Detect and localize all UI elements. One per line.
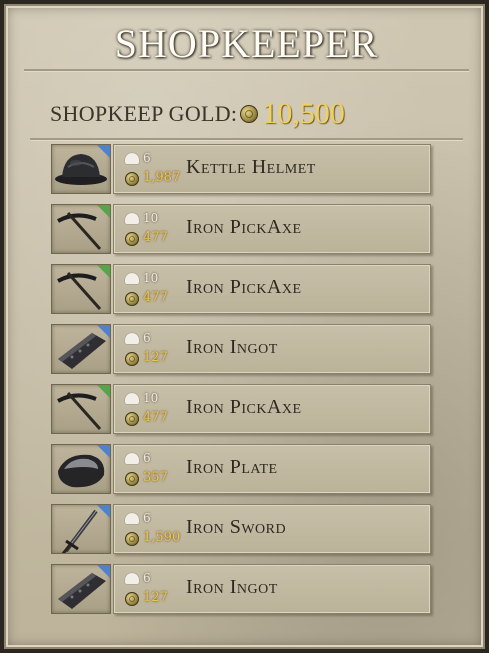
item-name: Iron Ingot bbox=[186, 336, 278, 358]
item-weight: 10 bbox=[143, 391, 159, 405]
item-weight: 6 bbox=[143, 451, 151, 465]
price-coin-icon bbox=[125, 592, 139, 606]
shopkeep-gold: SHOPKEEP GOLD: 10,500 bbox=[50, 94, 345, 134]
item-tag-marker bbox=[97, 385, 110, 398]
item-weight: 6 bbox=[143, 151, 151, 165]
item-price: 1,590 bbox=[143, 530, 181, 545]
shop-item-row[interactable]: 6 1,590 Iron Sword bbox=[51, 504, 431, 556]
item-weight: 10 bbox=[143, 211, 159, 225]
shop-panel: SHOPKEEPER SHOPKEEP GOLD: 10,500 6 1,987… bbox=[4, 4, 485, 649]
item-tag-marker bbox=[97, 205, 110, 218]
shop-item-row[interactable]: 6 127 Iron Ingot bbox=[51, 324, 431, 376]
weight-icon bbox=[125, 573, 139, 584]
price-coin-icon bbox=[125, 172, 139, 186]
item-tag-marker bbox=[97, 445, 110, 458]
item-name: Iron PickAxe bbox=[186, 276, 302, 298]
gold-divider bbox=[30, 138, 463, 140]
shop-title: SHOPKEEPER bbox=[114, 21, 379, 66]
shop-item-row[interactable]: 10 477 Iron PickAxe bbox=[51, 384, 431, 436]
shop-item-row[interactable]: 10 477 Iron PickAxe bbox=[51, 264, 431, 316]
item-icon-slot bbox=[51, 204, 111, 254]
gold-label: SHOPKEEP GOLD: bbox=[50, 101, 238, 126]
item-price: 357 bbox=[143, 470, 168, 485]
item-icon-slot bbox=[51, 444, 111, 494]
item-tag-marker bbox=[97, 565, 110, 578]
item-weight: 6 bbox=[143, 511, 151, 525]
shop-item-row[interactable]: 6 127 Iron Ingot bbox=[51, 564, 431, 616]
item-info: 10 477 Iron PickAxe bbox=[113, 204, 431, 254]
item-price: 127 bbox=[143, 350, 168, 365]
item-weight: 10 bbox=[143, 271, 159, 285]
shop-item-row[interactable]: 6 1,987 Kettle Helmet bbox=[51, 144, 431, 196]
item-tag-marker bbox=[97, 325, 110, 338]
price-coin-icon bbox=[125, 352, 139, 366]
item-price: 477 bbox=[143, 410, 168, 425]
item-info: 6 1,590 Iron Sword bbox=[113, 504, 431, 554]
weight-icon bbox=[125, 273, 139, 284]
item-info: 10 477 Iron PickAxe bbox=[113, 384, 431, 434]
item-icon-slot bbox=[51, 144, 111, 194]
item-info: 6 357 Iron Plate bbox=[113, 444, 431, 494]
item-tag-marker bbox=[97, 505, 110, 518]
item-info: 6 127 Iron Ingot bbox=[113, 324, 431, 374]
weight-icon bbox=[125, 153, 139, 164]
item-name: Iron PickAxe bbox=[186, 216, 302, 238]
item-icon-slot bbox=[51, 564, 111, 614]
item-name: Iron Plate bbox=[186, 456, 278, 478]
item-tag-marker bbox=[97, 145, 110, 158]
gold-value: 10,500 bbox=[262, 97, 345, 130]
shop-item-row[interactable]: 6 357 Iron Plate bbox=[51, 444, 431, 496]
item-icon-slot bbox=[51, 384, 111, 434]
price-coin-icon bbox=[125, 532, 139, 546]
item-price: 477 bbox=[143, 290, 168, 305]
price-coin-icon bbox=[125, 412, 139, 426]
price-coin-icon bbox=[125, 232, 139, 246]
item-name: Kettle Helmet bbox=[186, 156, 316, 178]
item-icon-slot bbox=[51, 324, 111, 374]
weight-icon bbox=[125, 453, 139, 464]
item-price: 127 bbox=[143, 590, 168, 605]
price-coin-icon bbox=[125, 472, 139, 486]
item-weight: 6 bbox=[143, 331, 151, 345]
weight-icon bbox=[125, 213, 139, 224]
item-price: 1,987 bbox=[143, 170, 181, 185]
item-name: Iron Sword bbox=[186, 516, 287, 538]
weight-icon bbox=[125, 513, 139, 524]
item-name: Iron PickAxe bbox=[186, 396, 302, 418]
item-icon-slot bbox=[51, 504, 111, 554]
item-tag-marker bbox=[97, 265, 110, 278]
weight-icon bbox=[125, 393, 139, 404]
item-weight: 6 bbox=[143, 571, 151, 585]
item-name: Iron Ingot bbox=[186, 576, 278, 598]
price-coin-icon bbox=[125, 292, 139, 306]
item-icon-slot bbox=[51, 264, 111, 314]
item-info: 6 1,987 Kettle Helmet bbox=[113, 144, 431, 194]
gold-coin-icon bbox=[240, 105, 259, 123]
item-info: 6 127 Iron Ingot bbox=[113, 564, 431, 614]
item-price: 477 bbox=[143, 230, 168, 245]
title-divider bbox=[24, 69, 469, 71]
weight-icon bbox=[125, 333, 139, 344]
shop-item-row[interactable]: 10 477 Iron PickAxe bbox=[51, 204, 431, 256]
item-info: 10 477 Iron PickAxe bbox=[113, 264, 431, 314]
